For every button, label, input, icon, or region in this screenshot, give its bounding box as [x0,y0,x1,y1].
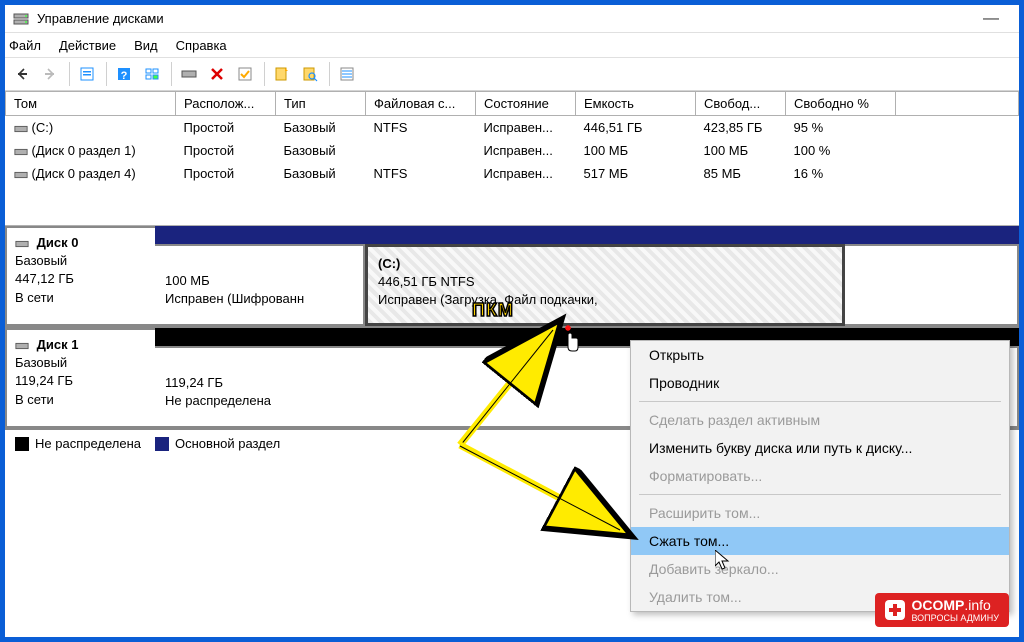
list-button[interactable] [334,61,360,87]
view-button[interactable] [139,61,165,87]
col-filesystem[interactable]: Файловая с... [366,92,476,116]
col-capacity[interactable]: Емкость [576,92,696,116]
separator [171,62,172,86]
menu-bar: Файл Действие Вид Справка [5,33,1019,57]
watermark-domain: .info [964,597,990,613]
col-volume[interactable]: Том [6,92,176,116]
minimize-button[interactable]: — [971,9,1011,29]
col-layout[interactable]: Располож... [176,92,276,116]
watermark-brand: OCOMP [911,597,964,613]
disk0-primary-band [155,226,1019,244]
disk1-type: Базовый [15,355,67,370]
menu-format: Форматировать... [631,462,1009,490]
volume-table[interactable]: Том Располож... Тип Файловая с... Состоя… [5,91,1019,185]
seg-size: 100 МБ [165,273,210,288]
menu-change-letter[interactable]: Изменить букву диска или путь к диску... [631,434,1009,462]
table-row[interactable]: (Диск 0 раздел 1)ПростойБазовыйИсправен.… [6,139,1019,162]
disk1-info[interactable]: Диск 1 Базовый 119,24 ГБ В сети [5,328,155,428]
separator [69,62,70,86]
check-button[interactable] [232,61,258,87]
col-spacer [896,92,1019,116]
forward-button[interactable] [37,61,63,87]
menu-extend: Расширить том... [631,499,1009,527]
annotation-pkm-label: ПКМ [472,300,514,321]
legend-primary: Основной раздел [175,436,280,451]
disk0-partition-4[interactable] [845,244,1019,326]
separator [106,62,107,86]
disk0-partition-c[interactable]: (C:) 446,51 ГБ NTFS Исправен (Загрузка, … [365,244,845,326]
disk0-name: Диск 0 [37,235,79,250]
window-title: Управление дисками [37,11,971,26]
disk0-partition-1[interactable]: 100 МБ Исправен (Шифрованн [155,244,365,326]
legend-unalloc: Не распределена [35,436,141,451]
context-menu: Открыть Проводник Сделать раздел активны… [630,340,1010,612]
col-free-pct[interactable]: Свободно % [786,92,896,116]
cursor-icon [715,550,733,577]
seg-size: 119,24 ГБ [165,375,223,390]
disk0-info[interactable]: Диск 0 Базовый 447,12 ГБ В сети [5,226,155,326]
separator [639,401,1001,402]
toolbar: ? [5,57,1019,91]
menu-add-mirror: Добавить зеркало... [631,555,1009,583]
menu-help[interactable]: Справка [176,38,227,53]
disk0-type: Базовый [15,253,67,268]
menu-file[interactable]: Файл [9,38,41,53]
table-row[interactable]: (C:)ПростойБазовыйNTFSИсправен...446,51 … [6,116,1019,140]
seg-title: (C:) [378,256,400,271]
col-type[interactable]: Тип [276,92,366,116]
volume-icon [14,169,28,181]
separator [264,62,265,86]
col-status[interactable]: Состояние [476,92,576,116]
legend-swatch-primary [155,437,169,451]
disk0-status: В сети [15,290,54,305]
volume-icon [14,123,28,135]
disk1-name: Диск 1 [37,337,79,352]
menu-view[interactable]: Вид [134,38,158,53]
col-free[interactable]: Свобод... [696,92,786,116]
separator [639,494,1001,495]
disk-icon [15,238,29,250]
table-header-row: Том Располож... Тип Файловая с... Состоя… [6,92,1019,116]
seg-status: Не распределена [165,393,271,408]
svg-text:?: ? [121,70,128,82]
delete-button[interactable] [204,61,230,87]
menu-make-active: Сделать раздел активным [631,406,1009,434]
menu-shrink[interactable]: Сжать том... [631,527,1009,555]
search-button[interactable] [297,61,323,87]
disk-icon [15,340,29,352]
menu-explorer[interactable]: Проводник [631,369,1009,397]
app-icon [13,11,29,27]
new-button[interactable] [269,61,295,87]
properties-button[interactable] [74,61,100,87]
seg-size: 446,51 ГБ NTFS [378,274,475,289]
disk1-size: 119,24 ГБ [15,373,73,388]
annotation-click-cursor [560,325,582,358]
menu-open[interactable]: Открыть [631,341,1009,369]
separator [329,62,330,86]
help-button[interactable]: ? [111,61,137,87]
disk-button[interactable] [176,61,202,87]
disk0-size: 447,12 ГБ [15,271,74,286]
back-button[interactable] [9,61,35,87]
table-row[interactable]: (Диск 0 раздел 4)ПростойБазовыйNTFSИспра… [6,162,1019,185]
plus-icon [885,600,905,620]
watermark-sub: ВОПРОСЫ АДМИНУ [911,613,999,623]
volume-icon [14,146,28,158]
disk1-status: В сети [15,392,54,407]
title-bar: Управление дисками — [5,5,1019,33]
menu-action[interactable]: Действие [59,38,116,53]
seg-status: Исправен (Шифрованн [165,291,304,306]
legend-swatch-unalloc [15,437,29,451]
watermark: OCOMP.info ВОПРОСЫ АДМИНУ [875,593,1009,627]
